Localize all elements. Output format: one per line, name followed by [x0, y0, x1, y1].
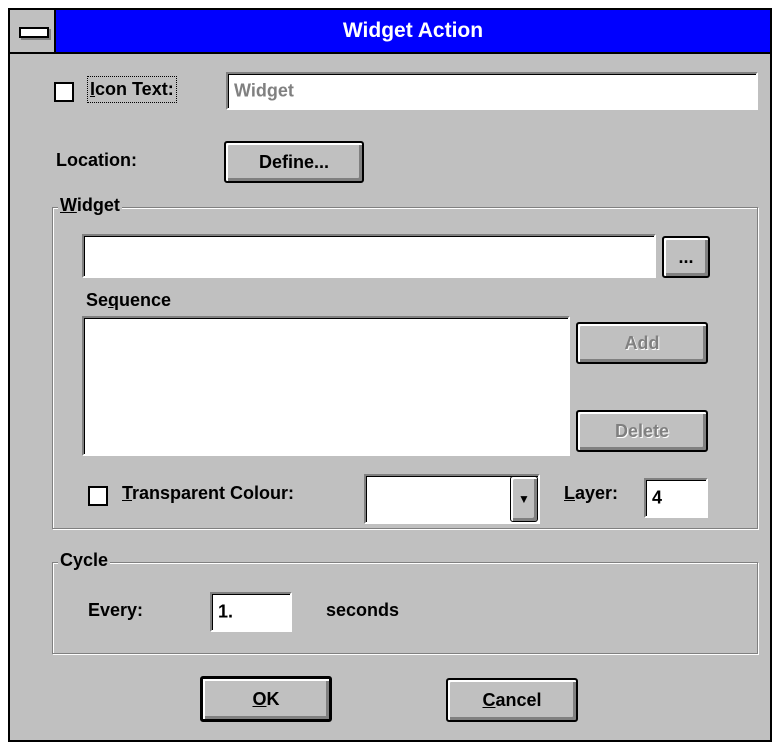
widget-group-title-rest: idget [76, 195, 120, 215]
transparent-colour-label: Transparent Colour: [122, 483, 294, 504]
layer-value: 4 [652, 487, 663, 508]
cycle-group-title: Cycle [58, 550, 111, 571]
widget-group-title: Widget [58, 195, 122, 216]
window-title: Widget Action [342, 19, 484, 42]
ok-button-label-rest: K [266, 688, 280, 709]
add-button-label: Add [624, 332, 660, 353]
every-value: 1. [218, 601, 234, 622]
add-button[interactable]: Add [576, 322, 708, 364]
sequence-label-start: Se [86, 290, 109, 310]
sequence-label: Sequence [86, 290, 171, 311]
title-bar[interactable]: Widget Action [10, 10, 770, 54]
every-field[interactable]: 1. [210, 592, 292, 632]
icon-text-label-rest: con Text: [95, 79, 174, 99]
transparent-colour-label-rest: ransparent Colour: [132, 483, 295, 503]
ok-mnemonic: O [252, 688, 267, 709]
layer-label-rest: ayer: [575, 483, 619, 503]
icon-text-label: Icon Text: [87, 76, 177, 103]
location-label: Location: [56, 150, 137, 170]
delete-button[interactable]: Delete [576, 410, 708, 452]
browse-button-label: ... [678, 246, 694, 267]
cycle-group [52, 562, 758, 654]
cancel-button[interactable]: Cancel [446, 678, 578, 722]
ok-button[interactable]: OK [200, 676, 332, 722]
define-button[interactable]: Define... [224, 141, 364, 183]
system-menu-icon [19, 27, 49, 38]
define-button-label: Define... [258, 151, 329, 172]
dialog-window: Widget Action Icon Text: Widget Location… [8, 8, 772, 742]
cancel-button-label-rest: ancel [495, 689, 542, 710]
every-label: Every: [88, 600, 144, 620]
system-menu-button[interactable] [10, 10, 56, 52]
icon-text-value: Widget [234, 80, 294, 101]
chevron-down-icon: ▼ [518, 492, 530, 506]
layer-label: Layer: [564, 483, 618, 504]
icon-text-checkbox[interactable] [54, 82, 74, 102]
icon-text-field[interactable]: Widget [226, 72, 758, 110]
layer-mnemonic: L [564, 483, 575, 503]
widget-file-field[interactable] [82, 234, 656, 278]
sequence-listbox[interactable] [82, 316, 570, 456]
browse-button[interactable]: ... [662, 236, 710, 278]
delete-button-label: Delete [614, 420, 670, 441]
cancel-mnemonic: C [482, 689, 496, 710]
transparent-colour-checkbox[interactable] [88, 486, 108, 506]
colour-dropdown-button[interactable]: ▼ [510, 476, 538, 522]
widget-mnemonic: W [60, 195, 77, 215]
sequence-mnemonic: q [108, 290, 120, 310]
seconds-label: seconds [326, 600, 400, 620]
transparent-mnemonic: T [122, 483, 133, 503]
layer-field[interactable]: 4 [644, 478, 708, 518]
sequence-label-rest: uence [119, 290, 172, 310]
